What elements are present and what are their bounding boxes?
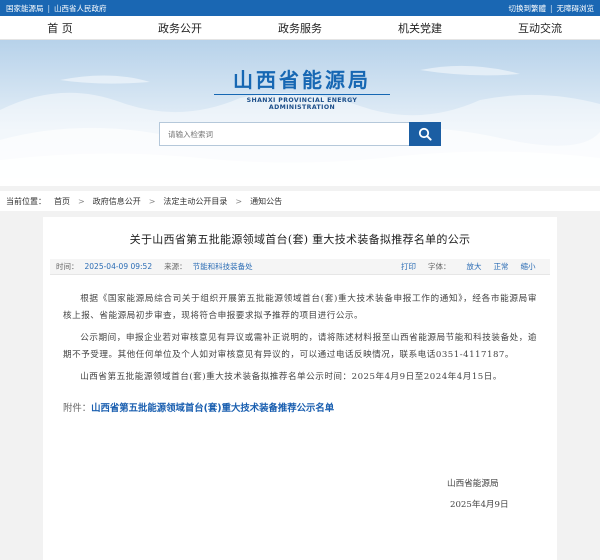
link-traditional-chinese[interactable]: 切换到繁體 [508, 3, 546, 14]
logo-title-en: SHANXI PROVINCIAL ENERGY ADMINISTRATION [214, 94, 390, 111]
breadcrumb: 当前位置： 首页 > 政府信息公开 > 法定主动公开目录 > 通知公告 [0, 191, 600, 211]
article-tools: 打印 字体： 放大 正常 缩小 [401, 261, 536, 272]
article-meta-bar: 时间： 2025-04-09 09:52 来源： 节能和科技装备处 打印 字体：… [50, 259, 550, 275]
link-nea[interactable]: 国家能源局 [6, 3, 44, 14]
breadcrumb-home[interactable]: 首页 [54, 196, 70, 207]
separator: | [549, 3, 553, 13]
header-banner: 山西省能源局 SHANXI PROVINCIAL ENERGY ADMINIST… [0, 40, 600, 186]
article-body: 根据《国家能源局综合司关于组织开展第五批能源领域首台(套)重大技术装备申报工作的… [43, 275, 557, 386]
publish-time-label: 时间： [56, 262, 79, 271]
attachment: 附件：山西省第五批能源领域首台(套)重大技术装备推荐公示名单 [63, 400, 557, 414]
signature: 山西省能源局 [447, 479, 499, 489]
publish-date: 2025年4月9日 [450, 500, 509, 510]
article-panel: 关于山西省第五批能源领域首台(套) 重大技术装备拟推荐名单的公示 时间： 202… [43, 217, 557, 560]
search-box [159, 122, 441, 146]
font-size-label: 字体： [428, 262, 451, 271]
search-button[interactable] [409, 122, 441, 146]
link-shanxi-government[interactable]: 山西省人民政府 [54, 3, 107, 14]
breadcrumb-separator: > [78, 196, 85, 206]
font-normal-button[interactable]: 正常 [494, 261, 509, 272]
source-value: 节能和科技装备处 [192, 262, 253, 271]
breadcrumb-disclosure-catalog[interactable]: 法定主动公开目录 [163, 196, 227, 207]
article-paragraph: 公示期间，申报企业若对审核意见有异议或需补正说明的，请将陈述材料报至山西省能源局… [63, 333, 537, 360]
separator: | [47, 3, 51, 13]
search-input[interactable] [159, 122, 409, 146]
font-small-button[interactable]: 缩小 [521, 261, 536, 272]
print-button[interactable]: 打印 [401, 261, 416, 272]
link-accessibility[interactable]: 无障碍浏览 [557, 3, 595, 14]
main-nav: 首 页 政务公开 政务服务 机关党建 互动交流 [0, 16, 600, 40]
font-large-button[interactable]: 放大 [467, 261, 482, 272]
breadcrumb-gov-info-disclosure[interactable]: 政府信息公开 [93, 196, 141, 207]
article-title: 关于山西省第五批能源领域首台(套) 重大技术装备拟推荐名单的公示 [129, 233, 471, 246]
nav-item-gov-affairs-disclosure[interactable]: 政务公开 [120, 20, 240, 36]
breadcrumb-notices[interactable]: 通知公告 [250, 196, 282, 207]
top-bar: 国家能源局 | 山西省人民政府 切换到繁體 | 无障碍浏览 [0, 0, 600, 16]
logo-title-cn: 山西省能源局 [233, 68, 371, 92]
attachment-link[interactable]: 山西省第五批能源领域首台(套)重大技术装备推荐公示名单 [91, 403, 334, 414]
nav-item-gov-services[interactable]: 政务服务 [240, 20, 360, 36]
breadcrumb-label: 当前位置： [6, 196, 46, 206]
breadcrumb-separator: > [148, 196, 156, 206]
nav-item-interaction[interactable]: 互动交流 [480, 20, 600, 36]
article-paragraph: 根据《国家能源局综合司关于组织开展第五批能源领域首台(套)重大技术装备申报工作的… [63, 294, 537, 321]
search-icon [418, 127, 432, 141]
mountain-mist-background [0, 65, 600, 186]
source-label: 来源： [164, 262, 187, 271]
breadcrumb-separator: > [235, 196, 243, 206]
article-paragraph: 山西省第五批能源领域首台(套)重大技术装备拟推荐名单公示时间：2025年4月9日… [80, 372, 502, 382]
nav-item-home[interactable]: 首 页 [0, 20, 120, 36]
nav-item-party-building[interactable]: 机关党建 [360, 20, 480, 36]
attachment-label: 附件： [63, 403, 92, 414]
publish-time-value: 2025-04-09 09:52 [84, 262, 153, 271]
site-logo[interactable]: 山西省能源局 SHANXI PROVINCIAL ENERGY ADMINIST… [214, 68, 390, 111]
